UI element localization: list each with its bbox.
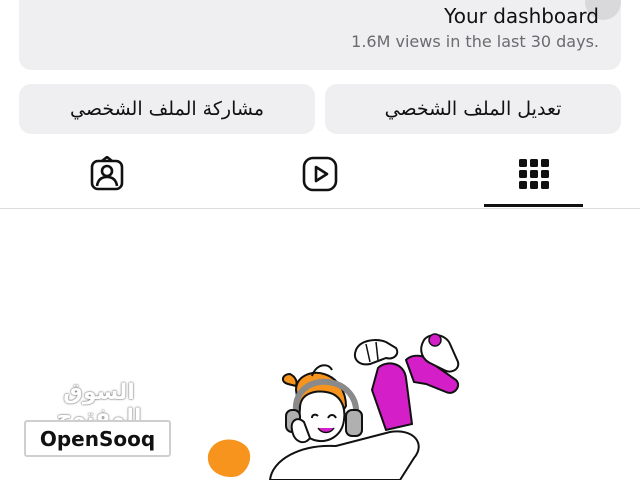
empty-state-illustration (207, 333, 460, 480)
tab-grid[interactable] (484, 140, 584, 208)
edit-profile-button[interactable]: تعديل الملف الشخصي (325, 84, 621, 134)
reels-icon (302, 156, 338, 192)
tab-tagged[interactable] (57, 140, 157, 208)
tabs-divider (0, 208, 640, 209)
tagged-icon (90, 156, 124, 191)
tab-reels[interactable] (270, 140, 370, 208)
dashboard-title: Your dashboard (444, 4, 599, 28)
watermark-logo: OpenSooq (24, 420, 171, 457)
profile-tabs (0, 140, 640, 210)
watermark: السوق المفتوح OpenSooq (22, 380, 182, 460)
share-profile-button[interactable]: مشاركة الملف الشخصي (19, 84, 315, 134)
dashboard-card[interactable]: Your dashboard 1.6M views in the last 30… (19, 0, 621, 70)
active-tab-indicator (484, 204, 583, 207)
dashboard-subtitle: 1.6M views in the last 30 days. (351, 32, 599, 51)
grid-icon (519, 159, 549, 189)
